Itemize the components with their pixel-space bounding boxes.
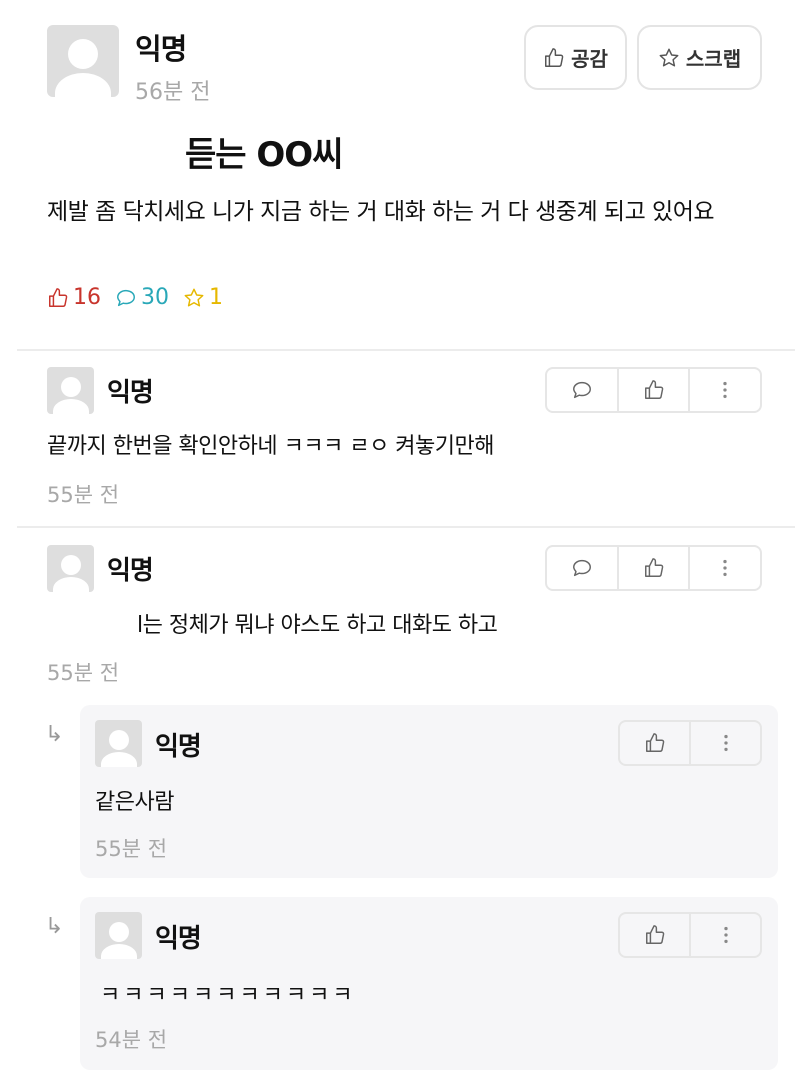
thumbs-up-icon [545,47,564,67]
comment-text: l는 정체가 뭐냐 야스도 하고 대화도 하고 [137,613,498,638]
divider [17,349,795,351]
scrap-count: 1 [183,285,223,310]
comment-count-value: 30 [141,285,169,310]
more-vertical-icon [723,926,728,944]
comment-author: 익명 [107,378,154,408]
comment-like-button[interactable] [619,547,691,589]
reply-arrow-icon: ↳ [45,722,64,747]
reply-button[interactable] [547,369,619,411]
scrap-count-value: 1 [209,285,223,310]
more-vertical-icon [723,559,727,577]
post-stats: 16 30 1 [47,285,237,310]
reply-text: 같은사람 [95,790,174,815]
reply-author: 익명 [155,924,202,954]
reply-time: 55분 전 [95,837,168,861]
comment-avatar [47,367,94,414]
comment-author: 익명 [107,556,154,586]
reply-actions [618,720,762,766]
thumbs-up-icon [49,287,68,307]
star-icon [659,48,679,67]
more-vertical-icon [723,734,728,752]
reply-like-button[interactable] [620,914,691,956]
reply-time: 54분 전 [95,1028,168,1052]
more-button[interactable] [690,369,760,411]
like-button[interactable]: 공감 [524,25,627,90]
star-icon [184,288,204,307]
more-button[interactable] [691,914,760,956]
thumbs-up-icon [644,558,663,577]
comment-time: 55분 전 [47,661,120,685]
more-vertical-icon [723,381,727,399]
more-button[interactable] [690,547,760,589]
comment-icon [572,559,591,577]
post-author: 익명 [135,32,187,66]
comment-actions [545,367,762,413]
thumbs-up-icon [645,925,664,944]
post-body: 제발 좀 닥치세요 니가 지금 하는 거 대화 하는 거 다 생중계 되고 있어… [47,199,715,225]
thumbs-up-icon [645,733,664,752]
like-button-label: 공감 [571,47,608,71]
post-avatar [47,25,119,97]
thumbs-up-icon [644,380,663,399]
comment-count: 30 [115,285,169,310]
divider [17,526,795,528]
post-time: 56분 전 [135,80,211,105]
more-button[interactable] [691,722,760,764]
reply-avatar [95,720,142,767]
comment-icon [572,381,591,399]
like-count: 16 [47,285,101,310]
comment-avatar [47,545,94,592]
reply-like-button[interactable] [620,722,691,764]
comment-actions [545,545,762,591]
reply-button[interactable] [547,547,619,589]
post-title: 듣는 OO씨 [185,135,343,175]
like-count-value: 16 [73,285,101,310]
comment-time: 55분 전 [47,483,120,507]
reply-arrow-icon: ↳ [45,914,64,939]
reply-author: 익명 [155,732,202,762]
comment-like-button[interactable] [619,369,691,411]
scrap-button-label: 스크랩 [685,47,742,71]
scrap-button[interactable]: 스크랩 [637,25,762,90]
comment-text: 끝까지 한번을 확인안하네 ㅋㅋㅋ ㄹㅇ 켜놓기만해 [47,434,495,459]
reply-actions [618,912,762,958]
comment-icon [117,289,135,306]
reply-text: ㅋㅋㅋㅋㅋㅋㅋㅋㅋㅋㅋ [100,983,356,1008]
reply-avatar [95,912,142,959]
